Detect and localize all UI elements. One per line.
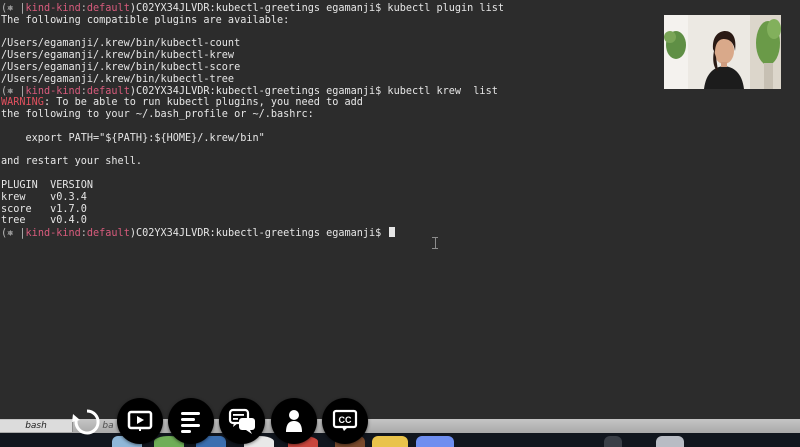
terminal-text: )C02YX34JLVDR:kubectl-greetings egamanji…	[129, 85, 498, 97]
terminal-line: krew v0.3.4	[1, 192, 504, 204]
terminal-text: )C02YX34JLVDR:kubectl-greetings egamanji…	[129, 3, 504, 14]
terminal-line: (⎈ |kind-kind:default)C02YX34JLVDR:kubec…	[1, 3, 504, 15]
chat-bubbles-icon	[228, 408, 255, 434]
terminal-text: : To be able to run kubectl plugins, you…	[43, 97, 363, 109]
captions-label: CC	[339, 415, 352, 425]
kube-context-text: default	[86, 3, 130, 14]
terminal-line: (⎈ |kind-kind:default)C02YX34JLVDR:kubec…	[1, 86, 504, 98]
terminal-line: The following compatible plugins are ava…	[1, 15, 504, 27]
terminal-text: )C02YX34JLVDR:kubectl-greetings egamanji…	[129, 228, 388, 240]
replay-button[interactable]	[70, 405, 104, 439]
terminal-text: export PATH="${PATH}:${HOME}/.krew/bin"	[1, 132, 265, 144]
terminal-text: (⎈ |	[1, 85, 26, 97]
terminal-text: score v1.7.0	[1, 203, 87, 215]
terminal-text: The following compatible plugins are ava…	[1, 14, 290, 26]
terminal-line: the following to your ~/.bash_profile or…	[1, 109, 504, 121]
terminal-text: PLUGIN VERSION	[1, 179, 94, 191]
terminal-text: /Users/egamanji/.krew/bin/kubectl-count	[1, 38, 241, 50]
terminal-line: (⎈ |kind-kind:default)C02YX34JLVDR:kubec…	[1, 227, 504, 239]
cc-icon: CC	[332, 409, 358, 431]
presentation-icon	[127, 410, 153, 431]
terminal-line: tree v0.4.0	[1, 215, 504, 227]
dock-app-icon[interactable]	[372, 436, 408, 447]
dock-app-icon[interactable]	[604, 436, 622, 447]
kube-context-text: default	[86, 228, 130, 240]
terminal-text: and restart your shell.	[1, 156, 143, 168]
dock-app-icon[interactable]	[416, 436, 454, 447]
chat-control-button[interactable]	[219, 398, 265, 444]
person-icon	[286, 410, 302, 432]
warning-label: WARNING	[1, 97, 44, 109]
kube-context-text: kind-kind	[25, 228, 81, 240]
replay-icon	[72, 409, 100, 435]
terminal-line: /Users/egamanji/.krew/bin/kubectl-score	[1, 62, 504, 74]
terminal-output: (⎈ |kind-kind:default)C02YX34JLVDR:kubec…	[1, 3, 504, 239]
terminal-line: WARNING: To be able to run kubectl plugi…	[1, 97, 504, 109]
terminal-line: /Users/egamanji/.krew/bin/kubectl-krew	[1, 50, 504, 62]
terminal-text: /Users/egamanji/.krew/bin/kubectl-score	[1, 61, 241, 73]
captions-control-button[interactable]: CC	[322, 398, 368, 444]
webcam-video	[664, 15, 781, 89]
kube-context-text: kind-kind	[25, 85, 81, 97]
terminal-text: /Users/egamanji/.krew/bin/kubectl-tree	[1, 73, 235, 85]
terminal-line: /Users/egamanji/.krew/bin/kubectl-tree	[1, 74, 504, 86]
terminal-text: /Users/egamanji/.krew/bin/kubectl-krew	[1, 50, 235, 62]
dock-app-icon[interactable]	[656, 436, 684, 447]
transcript-control-button[interactable]	[168, 398, 214, 444]
slides-control-button[interactable]	[117, 398, 163, 444]
text-lines-icon	[181, 412, 200, 433]
terminal-text: krew v0.3.4	[1, 191, 87, 203]
tab-bash[interactable]: bash	[0, 420, 73, 432]
terminal-line: score v1.7.0	[1, 204, 504, 216]
terminal-line: PLUGIN VERSION	[1, 180, 504, 192]
terminal-line: /Users/egamanji/.krew/bin/kubectl-count	[1, 38, 504, 50]
terminal-line: export PATH="${PATH}:${HOME}/.krew/bin"	[1, 133, 504, 145]
terminal-line: and restart your shell.	[1, 156, 504, 168]
terminal-text: (⎈ |	[1, 3, 26, 14]
terminal-text: (⎈ |	[1, 228, 26, 240]
terminal-text: tree v0.4.0	[1, 215, 87, 227]
text-cursor-icon	[432, 237, 438, 249]
speaker-control-button[interactable]	[271, 398, 317, 444]
kube-context-text: kind-kind	[25, 3, 81, 14]
terminal-text: the following to your ~/.bash_profile or…	[1, 109, 314, 121]
terminal-cursor	[389, 227, 396, 238]
kube-context-text: default	[86, 85, 130, 97]
